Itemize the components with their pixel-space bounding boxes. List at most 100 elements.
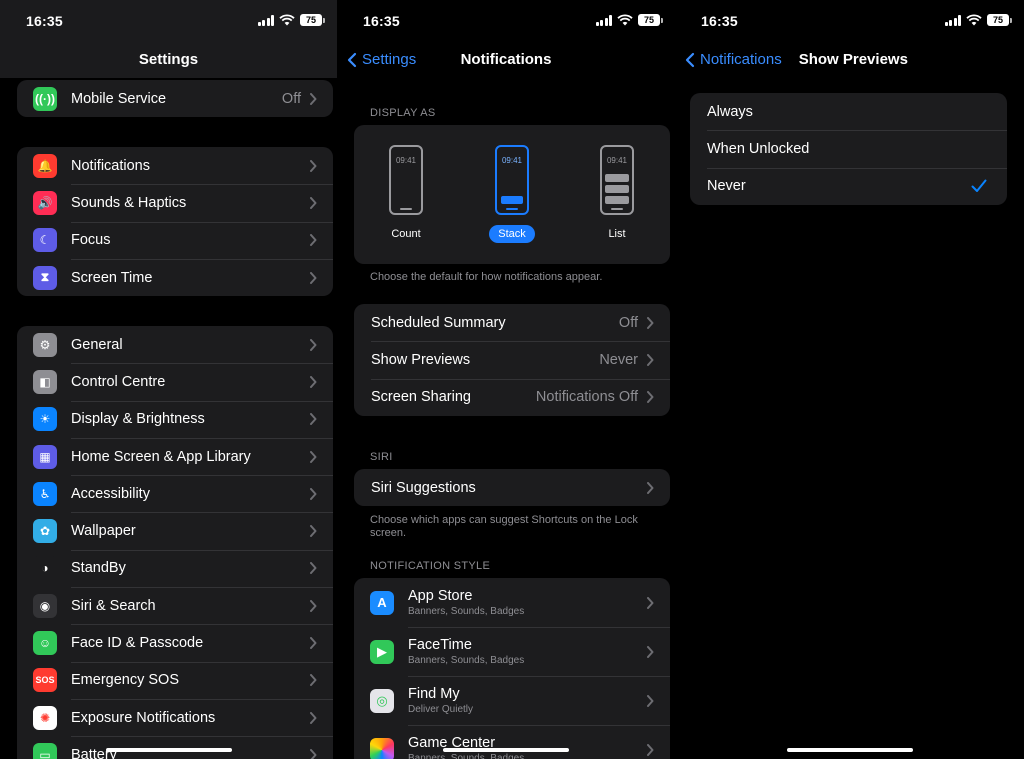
app-notification-row[interactable]: ▶ FaceTime Banners, Sounds, Badges [354,627,670,676]
flower-icon: ✿ [33,519,57,544]
phone-stack-preview-icon: 09:41 [495,145,529,215]
display-option-label: Count [391,228,421,240]
settings-row[interactable]: ☺ Face ID & Passcode [17,624,333,661]
settings-row[interactable]: ☾ Focus [17,221,333,259]
row-value: Notifications Off [535,389,638,406]
settings-group-notifications: 🔔 Notifications 🔊 Sounds & Haptics ☾ Focus ⧗ Sc… [17,147,333,297]
app-row-text: Game Center Banners, Sounds, Badges [408,735,646,759]
row-label: Scheduled Summary [371,314,506,331]
notification-setting-row[interactable]: Scheduled Summary Off [354,304,670,341]
settings-row[interactable]: ⚙ General [17,326,333,363]
display-option-stack[interactable]: 09:41 Stack [477,145,547,243]
settings-row[interactable]: ▦ Home Screen & App Library [17,437,333,475]
display-as-footnote: Choose the default for how notifications… [370,271,603,283]
settings-row[interactable]: ◉ Siri & Search [17,587,333,624]
section-header-siri: SIRI [370,451,393,463]
chevron-right-icon [310,413,317,426]
faceid-icon: ☺ [33,631,57,656]
battery-indicator-icon: 75 [300,14,325,26]
notification-setting-row[interactable]: Show Previews Never [354,341,670,378]
row-label: Display & Brightness [71,411,205,428]
status-time: 16:35 [26,13,63,29]
page-title: Show Previews [798,51,908,68]
navbar: Notifications Settings [337,42,675,78]
preview-option-row[interactable]: When Unlocked [690,130,1007,167]
app-notification-style: Banners, Sounds, Badges [408,655,525,666]
battery-percent: 75 [638,14,660,26]
chevron-right-icon [647,596,654,609]
row-value: Off [281,90,301,107]
navbar: Notifications Show Previews [675,42,1024,78]
settings-row[interactable]: ((·)) Mobile Service Off [17,80,333,117]
app-row-text: Find My Deliver Quietly [408,686,646,715]
settings-group-connectivity: ((·)) Mobile Service Off [17,80,333,118]
gear-icon: ⚙ [33,332,57,357]
row-value: Off [618,314,638,331]
app-notification-row[interactable]: Game Center Banners, Sounds, Badges [354,725,670,759]
app-notification-row[interactable]: A App Store Banners, Sounds, Badges [354,578,670,627]
settings-row[interactable]: SOS Emergency SOS [17,661,333,699]
settings-row[interactable]: ✿ Wallpaper [17,512,333,549]
chevron-right-icon [310,234,317,247]
row-label: Focus [71,232,111,249]
facetime-icon: ▶ [370,639,394,664]
app-notification-style: Banners, Sounds, Badges [408,753,525,759]
settings-row[interactable]: ☀ Display & Brightness [17,400,333,438]
chevron-right-icon [647,694,654,707]
siri-suggestions-row[interactable]: Siri Suggestions [354,469,670,506]
row-label: Exposure Notifications [71,709,216,726]
chevron-right-icon [310,525,317,538]
chevron-right-icon [310,711,317,724]
settings-row[interactable]: ◧ Control Centre [17,363,333,400]
app-notification-style: Banners, Sounds, Badges [408,606,525,617]
settings-row[interactable]: 🔔 Notifications [17,147,333,184]
settings-row[interactable]: ⧗ Screen Time [17,258,333,296]
app-name: FaceTime [408,637,472,653]
home-indicator[interactable] [105,748,232,752]
notification-settings-group: Scheduled Summary Off Show Previews Never Sc… [354,304,670,416]
row-label: Face ID & Passcode [71,635,204,652]
chevron-right-icon [310,159,317,172]
display-option-count[interactable]: 09:41 Count [371,145,441,243]
cellular-signal-icon [944,14,961,26]
status-time: 16:35 [701,13,738,29]
preview-clock: 09:41 [606,156,628,165]
home-indicator[interactable] [443,748,569,752]
row-label: General [71,336,123,353]
row-label: Sounds & Haptics [71,194,187,211]
app-name: App Store [408,588,473,604]
chevron-right-icon [310,92,317,105]
row-label: Siri & Search [71,597,156,614]
settings-row[interactable]: ✺ Exposure Notifications [17,698,333,736]
chevron-right-icon [310,338,317,351]
settings-row[interactable]: ♿ Accessibility [17,475,333,512]
back-button[interactable]: Notifications Show Previews [685,51,908,68]
chevron-right-icon [647,316,654,329]
chevron-right-icon [310,196,317,209]
notification-style-app-list: A App Store Banners, Sounds, Badges ▶ FaceTi… [354,578,670,759]
chevron-left-icon [685,52,695,67]
settings-row[interactable]: ◑ StandBy [17,549,333,587]
chevron-right-icon [310,450,317,463]
page-title: Settings [138,51,199,68]
home-indicator[interactable] [786,748,913,752]
notification-setting-row[interactable]: Screen Sharing Notifications Off [354,378,670,416]
preview-option-row[interactable]: Never [690,167,1007,205]
sos-icon: SOS [33,668,57,693]
chevron-right-icon [310,599,317,612]
back-button[interactable]: Settings [347,51,416,68]
app-row-text: FaceTime Banners, Sounds, Badges [408,637,646,666]
preview-option-row[interactable]: Always [690,93,1007,130]
exposure-icon: ✺ [33,705,57,730]
findmy-icon: ◎ [370,688,394,713]
chevron-right-icon [310,271,317,284]
section-header-display-as: DISPLAY AS [370,107,436,119]
phone-count-preview-icon: 09:41 [389,145,423,215]
display-option-list[interactable]: 09:41 List [582,145,652,243]
app-notification-row[interactable]: ◎ Find My Deliver Quietly [354,676,670,725]
settings-row[interactable]: 🔊 Sounds & Haptics [17,184,333,221]
siri-footnote: Choose which apps can suggest Shortcuts … [370,514,638,539]
chevron-right-icon [647,743,654,756]
chevron-right-icon [647,391,654,404]
settings-group-general: ⚙ General ◧ Control Centre ☀ Display & Bright… [17,326,333,759]
